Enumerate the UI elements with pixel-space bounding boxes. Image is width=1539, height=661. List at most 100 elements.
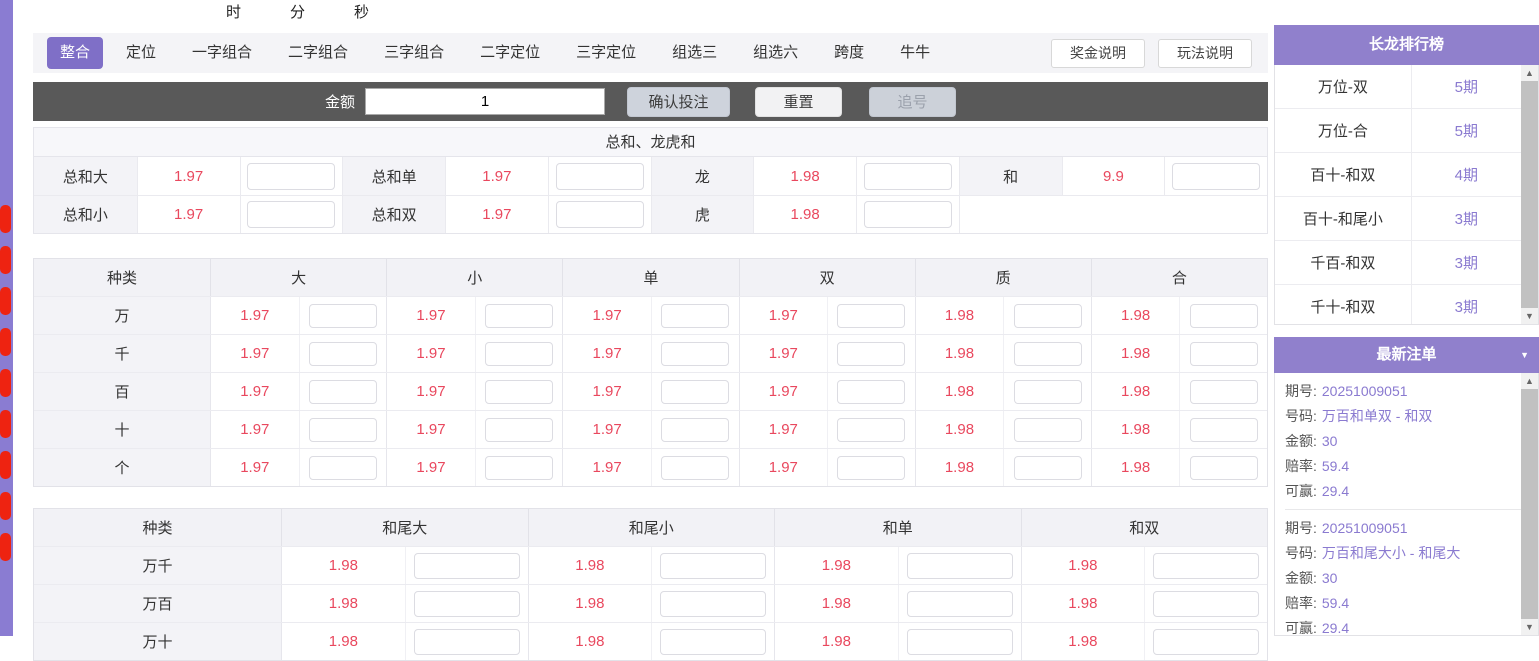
bet-input[interactable] [309,418,377,442]
reset-button[interactable]: 重置 [755,87,842,117]
bet-input[interactable] [1014,418,1082,442]
play-mode-tab[interactable]: 定位 [113,37,169,69]
bet-input[interactable] [864,201,952,228]
red-marker [0,533,11,561]
bet-input[interactable] [837,456,905,480]
odds-value: 1.97 [740,411,828,448]
bet-input[interactable] [660,629,766,655]
caret-down-icon[interactable]: ▼ [1520,337,1529,373]
play-mode-tab[interactable]: 三字定位 [563,37,649,69]
scroll-up-icon[interactable]: ▲ [1521,373,1538,389]
dragon-list: 万位-双 5期 万位-合 5期 百十-和双 4期 百十-和尾小 3期 [1275,65,1521,324]
play-mode-tab[interactable]: 牛牛 [887,37,943,69]
bet-input[interactable] [1153,629,1259,655]
bet-input[interactable] [556,201,644,228]
bet-number-line: 号码:万百和尾大小 - 和尾大 [1285,541,1521,566]
bet-input[interactable] [247,163,335,190]
bet-input[interactable] [837,342,905,366]
bet-input[interactable] [485,380,553,404]
confirm-bet-button[interactable]: 确认投注 [627,87,730,117]
bet-input[interactable] [309,304,377,328]
play-mode-tab[interactable]: 二字组合 [275,37,361,69]
bet-input[interactable] [907,553,1013,579]
dragon-streak: 5期 [1412,109,1521,152]
latest-bets-title-text: 最新注单 [1376,346,1436,363]
play-mode-tab[interactable]: 三字组合 [371,37,457,69]
bet-input[interactable] [661,418,729,442]
play-mode-tab[interactable]: 跨度 [821,37,877,69]
bet-type-label: 和 [959,157,1062,195]
bet-input[interactable] [309,380,377,404]
red-marker [0,287,11,315]
bet-input[interactable] [309,456,377,480]
bet-input[interactable] [1014,456,1082,480]
bet-input[interactable] [485,456,553,480]
scrollbar-thumb[interactable] [1521,81,1538,308]
dragon-row: 万位-双 5期 [1275,65,1521,109]
play-mode-tab[interactable]: 组选六 [740,37,811,69]
dragon-scrollbar[interactable]: ▲ ▼ [1521,65,1538,324]
red-marker [0,492,11,520]
play-mode-tab[interactable]: 一字组合 [179,37,265,69]
bet-input[interactable] [1172,163,1260,190]
scroll-up-icon[interactable]: ▲ [1521,65,1538,81]
play-mode-tab[interactable]: 组选三 [659,37,730,69]
bet-amount-line: 金额:30 [1285,566,1521,591]
column-header: 合 [1091,259,1267,296]
bets-scrollbar[interactable]: ▲ ▼ [1521,373,1538,635]
bet-input[interactable] [661,342,729,366]
bet-input[interactable] [660,553,766,579]
odds-value: 1.98 [1092,449,1180,486]
bet-input[interactable] [414,553,520,579]
scroll-down-icon[interactable]: ▼ [1521,619,1538,635]
bet-input[interactable] [556,163,644,190]
bet-input[interactable] [1153,553,1259,579]
row-label: 千 [34,335,210,372]
bet-input[interactable] [1014,304,1082,328]
bet-input[interactable] [837,380,905,404]
play-mode-tab[interactable]: 二字定位 [467,37,553,69]
bet-input[interactable] [660,591,766,617]
scrollbar-thumb[interactable] [1521,389,1538,619]
bet-input[interactable] [661,304,729,328]
bet-input[interactable] [1190,380,1258,404]
bet-input[interactable] [837,304,905,328]
bet-input[interactable] [1190,304,1258,328]
bet-input[interactable] [1014,342,1082,366]
prize-info-button[interactable]: 奖金说明 [1051,39,1145,68]
odds-value: 1.98 [1092,297,1180,334]
bet-input[interactable] [837,418,905,442]
red-marker [0,328,11,356]
bet-input[interactable] [414,591,520,617]
odds-value: 1.98 [282,585,405,622]
bet-input[interactable] [485,304,553,328]
red-marker-strip [0,205,11,561]
bet-type-label: 虎 [651,196,754,233]
bet-input[interactable] [661,380,729,404]
bet-input[interactable] [1190,456,1258,480]
dragon-name: 百十-和尾小 [1275,197,1412,240]
column-header: 种类 [34,259,210,296]
bet-input[interactable] [1153,591,1259,617]
odds-value: 1.97 [740,449,828,486]
bet-input[interactable] [414,629,520,655]
bet-input[interactable] [247,201,335,228]
row-label: 十 [34,411,210,448]
rules-info-button[interactable]: 玩法说明 [1158,39,1252,68]
bet-input[interactable] [907,591,1013,617]
bet-input[interactable] [864,163,952,190]
scroll-down-icon[interactable]: ▼ [1521,308,1538,324]
bet-input[interactable] [485,418,553,442]
play-mode-tab[interactable]: 整合 [47,37,103,69]
bet-input[interactable] [1014,380,1082,404]
bet-input[interactable] [1190,418,1258,442]
bet-input[interactable] [661,456,729,480]
odds-value: 1.98 [775,547,898,584]
bet-input[interactable] [907,629,1013,655]
chase-number-button[interactable]: 追号 [869,87,956,117]
dragon-panel-body: 万位-双 5期 万位-合 5期 百十-和双 4期 百十-和尾小 3期 [1274,65,1539,325]
bet-input[interactable] [1190,342,1258,366]
bet-input[interactable] [309,342,377,366]
bet-input[interactable] [485,342,553,366]
amount-input[interactable] [365,88,605,115]
